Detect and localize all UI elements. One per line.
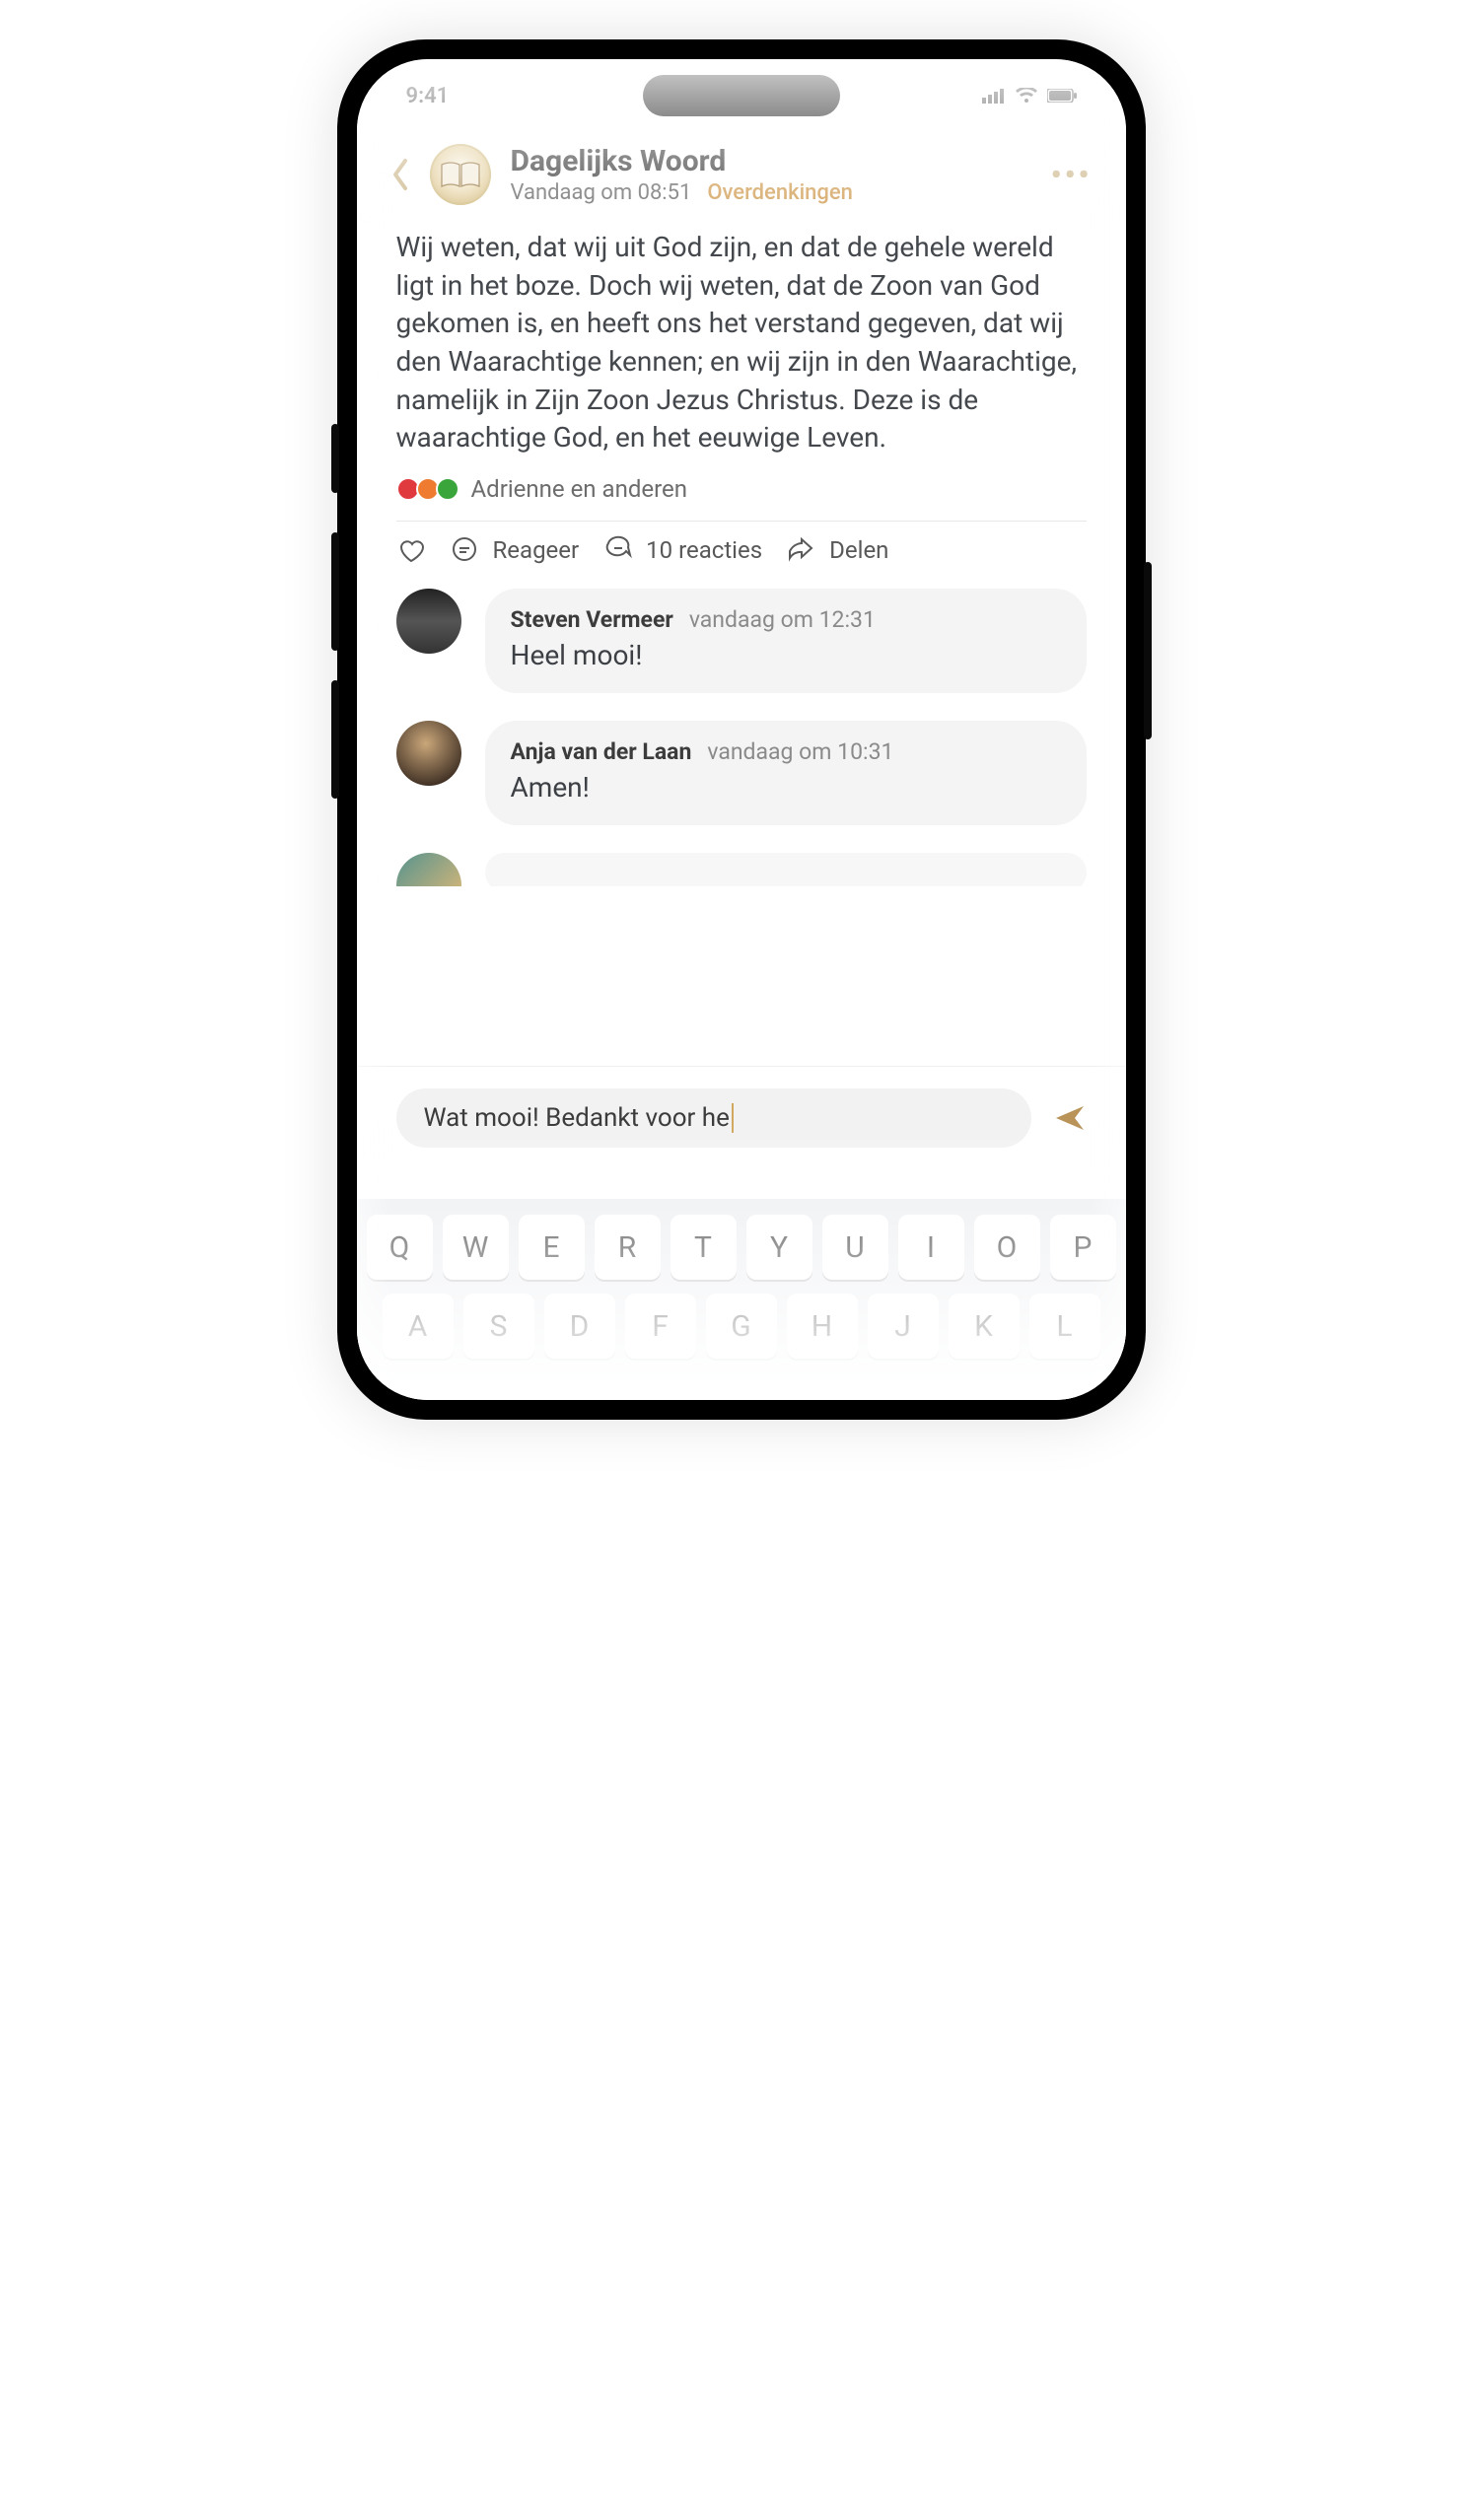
avatar[interactable] <box>396 589 461 654</box>
back-icon[interactable] <box>390 158 410 191</box>
dynamic-island <box>643 75 840 116</box>
comment-item <box>396 853 1087 886</box>
status-time: 9:41 <box>406 84 450 108</box>
comment-bubble[interactable]: Anja van der Laan vandaag om 10:31 Amen! <box>485 721 1087 825</box>
comment-item: Steven Vermeer vandaag om 12:31 Heel moo… <box>396 589 1087 693</box>
post-header: Dagelijks Woord Vandaag om 08:51 Overden… <box>357 118 1126 215</box>
key-q[interactable]: Q <box>367 1215 433 1280</box>
comment-button[interactable]: Reageer <box>450 535 580 565</box>
keyboard-row-2: ASDFGHJKL <box>367 1294 1116 1359</box>
reaction-summary[interactable]: Adrienne en anderen <box>357 475 1126 521</box>
key-r[interactable]: R <box>595 1215 661 1280</box>
comment-time: vandaag om 12:31 <box>689 606 876 633</box>
key-t[interactable]: T <box>670 1215 737 1280</box>
send-icon[interactable] <box>1053 1101 1087 1135</box>
key-h[interactable]: H <box>787 1294 858 1359</box>
commenter-name: Steven Vermeer <box>511 606 673 633</box>
key-p[interactable]: P <box>1050 1215 1116 1280</box>
avatar[interactable] <box>396 721 461 786</box>
keyboard: QWERTYUIOP ASDFGHJKL <box>357 1199 1126 1400</box>
keyboard-row-1: QWERTYUIOP <box>367 1215 1116 1280</box>
reaction-icons <box>396 477 456 501</box>
reaction-text: Adrienne en anderen <box>471 475 687 503</box>
heart-outline-icon <box>396 535 426 565</box>
key-f[interactable]: F <box>625 1294 696 1359</box>
key-d[interactable]: D <box>544 1294 615 1359</box>
compose-bar: Wat mooi! Bedankt voor he <box>357 1066 1126 1163</box>
key-s[interactable]: S <box>463 1294 534 1359</box>
phone-frame: 9:41 Dagelijks Woord Vandaag om 08:51 Ov… <box>337 39 1146 1420</box>
comment-time: vandaag om 10:31 <box>707 738 893 765</box>
message-input-value: Wat mooi! Bedankt voor he <box>424 1103 730 1133</box>
text-caret <box>732 1103 734 1133</box>
comments-icon <box>602 535 632 565</box>
comment-list: Steven Vermeer vandaag om 12:31 Heel moo… <box>357 589 1126 886</box>
speech-icon <box>450 535 479 565</box>
key-k[interactable]: K <box>949 1294 1020 1359</box>
comment-item: Anja van der Laan vandaag om 10:31 Amen! <box>396 721 1087 825</box>
commenter-name: Anja van der Laan <box>511 738 692 765</box>
key-e[interactable]: E <box>519 1215 585 1280</box>
key-j[interactable]: J <box>868 1294 939 1359</box>
post-time: Vandaag om 08:51 <box>511 180 692 205</box>
key-a[interactable]: A <box>383 1294 454 1359</box>
anchor-icon <box>436 477 459 501</box>
status-icons <box>982 88 1077 104</box>
key-g[interactable]: G <box>706 1294 777 1359</box>
avatar[interactable] <box>396 853 461 886</box>
key-i[interactable]: I <box>898 1215 964 1280</box>
key-o[interactable]: O <box>974 1215 1040 1280</box>
signal-icon <box>982 88 1006 104</box>
message-input[interactable]: Wat mooi! Bedankt voor he <box>396 1088 1031 1148</box>
status-bar: 9:41 <box>357 59 1126 118</box>
comment-bubble[interactable]: Steven Vermeer vandaag om 12:31 Heel moo… <box>485 589 1087 693</box>
like-button[interactable] <box>396 535 426 565</box>
more-button[interactable]: ••• <box>1051 158 1093 192</box>
battery-icon <box>1047 89 1077 103</box>
comment-count-label: 10 reacties <box>646 536 762 564</box>
book-icon <box>440 161 481 188</box>
action-bar: Reageer 10 reacties Delen <box>357 535 1126 589</box>
key-l[interactable]: L <box>1029 1294 1100 1359</box>
post-body: Wij weten, dat wij uit God zijn, en dat … <box>357 215 1126 475</box>
comment-text: Amen! <box>511 771 1061 804</box>
key-u[interactable]: U <box>822 1215 888 1280</box>
share-label: Delen <box>829 536 888 564</box>
comment-count-button[interactable]: 10 reacties <box>602 535 762 565</box>
channel-avatar[interactable] <box>430 144 491 205</box>
key-y[interactable]: Y <box>746 1215 812 1280</box>
key-w[interactable]: W <box>443 1215 509 1280</box>
wifi-icon <box>1016 88 1037 104</box>
channel-title[interactable]: Dagelijks Woord <box>511 144 1031 178</box>
post-category[interactable]: Overdenkingen <box>707 180 853 205</box>
comment-label: Reageer <box>493 536 580 564</box>
divider <box>396 521 1087 522</box>
screen: 9:41 Dagelijks Woord Vandaag om 08:51 Ov… <box>357 59 1126 1400</box>
share-icon <box>786 535 815 565</box>
share-button[interactable]: Delen <box>786 535 888 565</box>
comment-text: Heel mooi! <box>511 639 1061 671</box>
comment-bubble[interactable] <box>485 853 1087 886</box>
